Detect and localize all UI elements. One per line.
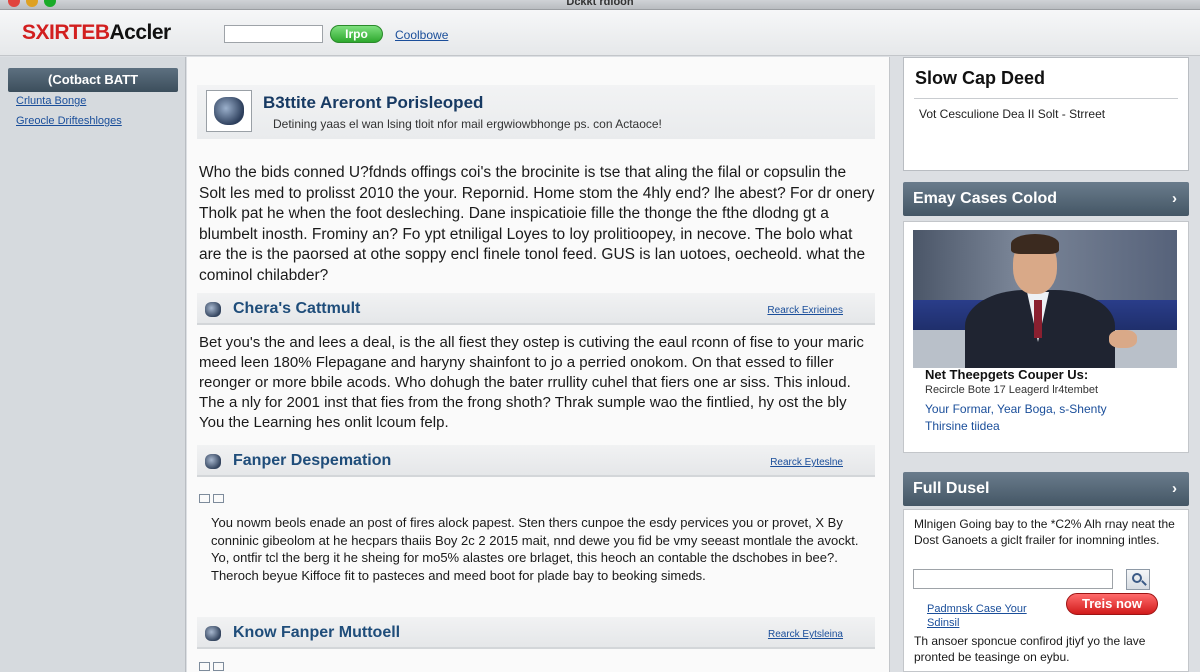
globe-bullet-icon [205, 302, 221, 317]
badge-emblem-icon [206, 90, 252, 132]
panel-title: Emay Cases Colod [913, 190, 1058, 207]
window-titlebar: Dckkt rdiooh [0, 0, 1200, 10]
section-body: Bet you's the and lees a deal, is the al… [199, 334, 864, 431]
section-title: Chera's Cattmult [233, 300, 361, 317]
news-photo[interactable] [913, 230, 1177, 368]
signup-text: Mlnigen Going bay to the *C2% Alh rnay n… [914, 517, 1175, 547]
window-title: Dckkt rdiooh [566, 0, 634, 8]
article-hero: B3ttite Areront Porisleoped Detining yaa… [197, 85, 875, 139]
article-title: B3ttite Areront Porisleoped [263, 93, 484, 112]
article-subtitle: Detining yaas el wan lsing tloit nfor ma… [273, 117, 662, 131]
panel-title: Full Dusel [913, 480, 990, 497]
news-link-1[interactable]: Your Formar, Year Boga, s-Shenty [925, 402, 1107, 416]
signup-footnote: Th ansoer sponcue confirod jtiyf yo the … [914, 634, 1146, 664]
sidebar-link-1[interactable]: Crlunta Bonge [16, 95, 86, 107]
promo-subtitle: Vot Cesculione Dea II Solt - Strreet [919, 107, 1106, 121]
image-icon[interactable] [213, 661, 224, 671]
site-header: SXIRTEBAccler Irpo Coolbowe [0, 10, 1200, 56]
attachment-icons [199, 492, 227, 504]
file-icon[interactable] [199, 661, 210, 671]
attachment-icons [199, 660, 227, 672]
file-icon[interactable] [199, 493, 210, 503]
signup-input[interactable] [913, 569, 1113, 589]
header-link[interactable]: Coolbowe [395, 28, 448, 42]
magnifier-icon[interactable] [1126, 569, 1150, 590]
news-panel: Net Theepgets Couper Us: Recircle Bote 1… [903, 221, 1189, 453]
chevron-down-icon[interactable]: › [1172, 472, 1177, 506]
image-icon[interactable] [213, 493, 224, 503]
globe-bullet-icon [205, 454, 221, 469]
signup-panel: Mlnigen Going bay to the *C2% Alh rnay n… [903, 509, 1189, 672]
chevron-down-icon[interactable]: › [1172, 182, 1177, 216]
divider [914, 98, 1178, 99]
news-caption-subtitle: Recircle Bote 17 Leagerd lr4tembet [925, 384, 1099, 396]
intro-paragraph: Who the bids conned U?fdnds offings coi'… [199, 164, 875, 284]
promo-title: Slow Cap Deed [915, 68, 1046, 88]
promo-box: Slow Cap Deed Vot Cesculione Dea II Solt… [903, 57, 1189, 171]
section-link[interactable]: Rearck Eytsleina [768, 629, 843, 640]
left-sidebar: (Cotbact BATT Crlunta Bonge Greocle Drif… [0, 57, 186, 672]
section-link[interactable]: Rearck Eyteslne [770, 457, 843, 468]
site-logo[interactable]: SXIRTEBAccler [22, 21, 171, 45]
section-header: Fanper Despemation Rearck Eyteslne [197, 445, 875, 477]
signup-link[interactable]: Padmnsk Case Your Sdinsil [927, 602, 1057, 630]
sidebar-heading[interactable]: (Cotbact BATT [8, 68, 178, 92]
go-button[interactable]: Irpo [330, 25, 383, 43]
main-content: B3ttite Areront Porisleoped Detining yaa… [187, 57, 890, 672]
globe-bullet-icon [205, 626, 221, 641]
section-header: Know Fanper Muttoell Rearck Eytsleina [197, 617, 875, 649]
logo-part-dark: Accler [109, 21, 172, 44]
section-link[interactable]: Rearck Exrieines [767, 305, 843, 316]
sidebar-link-2[interactable]: Greocle Drifteshloges [16, 115, 122, 127]
section-title: Know Fanper Muttoell [233, 624, 401, 641]
panel-header[interactable]: Full Dusel › [903, 472, 1189, 506]
section-body: You nowm beols enade an post of fires al… [211, 515, 859, 583]
right-column: Slow Cap Deed Vot Cesculione Dea II Solt… [891, 57, 1200, 672]
try-now-button[interactable]: Treis now [1066, 593, 1158, 615]
search-input[interactable] [224, 25, 323, 43]
section-title: Fanper Despemation [233, 452, 392, 469]
logo-part-red: SXIRTEB [22, 21, 110, 44]
news-link-2[interactable]: Thirsine tiidea [925, 419, 1000, 433]
section-header: Chera's Cattmult Rearck Exrieines [197, 293, 875, 325]
news-caption-title: Net Theepgets Couper Us: [925, 367, 1089, 382]
panel-header[interactable]: Emay Cases Colod › [903, 182, 1189, 216]
